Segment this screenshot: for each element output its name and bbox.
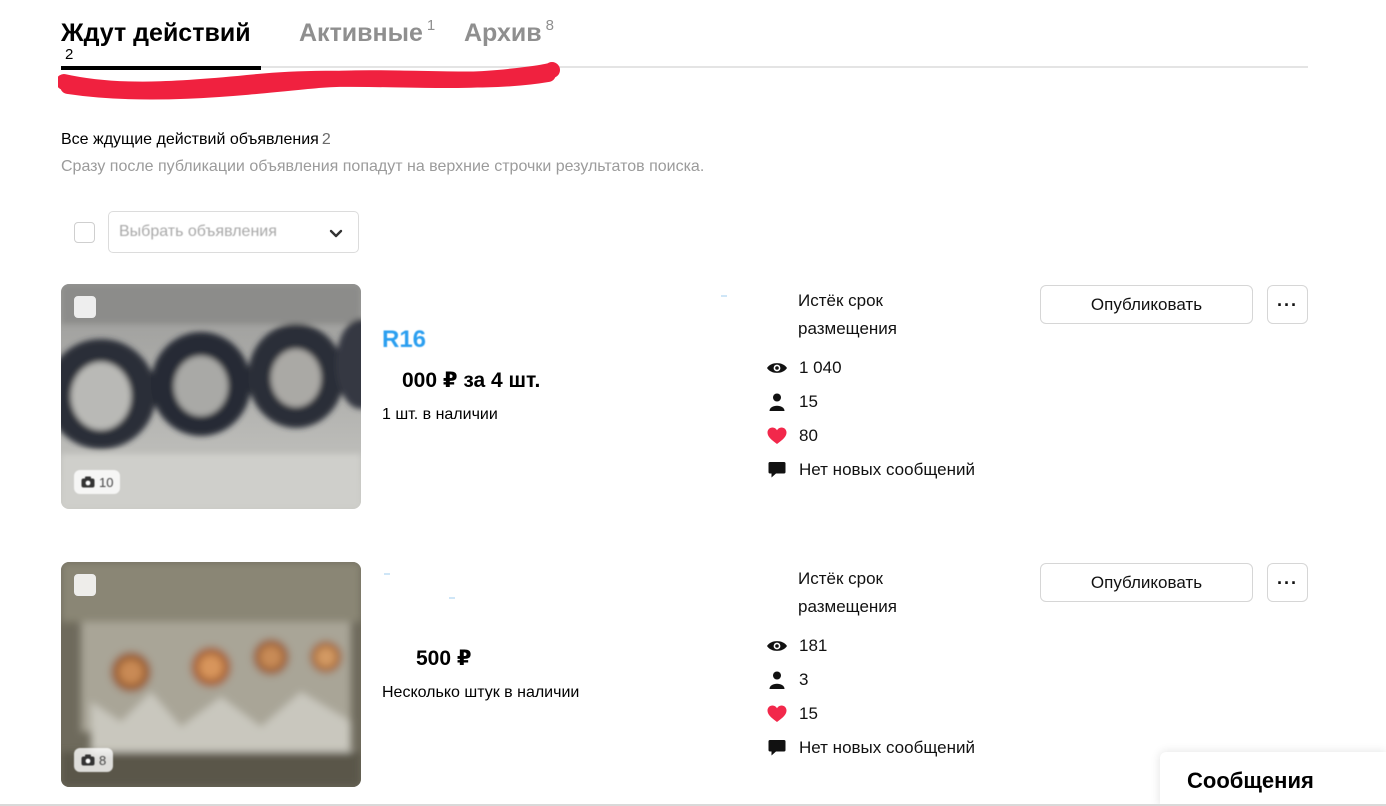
messages-stat: Нет новых сообщений: [766, 736, 975, 760]
blurred-text-fragment: [721, 295, 727, 297]
person-icon: [766, 391, 788, 413]
messages-status: Нет новых сообщений: [799, 460, 975, 479]
more-options-button[interactable]: ···: [1267, 285, 1308, 324]
photo-count: 8: [99, 752, 107, 768]
favorites-stat: 80: [766, 424, 818, 448]
camera-icon: [81, 476, 95, 488]
tab-archive[interactable]: Архив 8: [464, 14, 574, 68]
camera-icon: [81, 754, 95, 766]
bulk-select-placeholder: Выбрать объявления: [119, 223, 277, 240]
listing-card: 8 500 ₽ Несколько штук в наличии Истёк с…: [61, 562, 1308, 787]
messages-stat: Нет новых сообщений: [766, 458, 975, 482]
favorites-count: 80: [799, 426, 818, 445]
listing-stock: 1 шт. в наличии: [382, 406, 498, 423]
listing-title[interactable]: R16: [382, 326, 426, 354]
listing-price: 000 ₽ за 4 шт.: [402, 369, 541, 392]
tab-active[interactable]: Активные 1: [299, 14, 449, 68]
more-options-button[interactable]: ···: [1267, 563, 1308, 602]
contacts-count: 3: [799, 670, 809, 689]
blurred-text-fragment: [384, 573, 390, 575]
publish-button[interactable]: Опубликовать: [1040, 563, 1253, 602]
chevron-down-icon: [329, 229, 343, 238]
messages-panel-toggle[interactable]: Сообщения: [1160, 752, 1386, 806]
tab-label: Ждут действий: [61, 19, 251, 47]
red-redaction-scribble: [58, 62, 560, 100]
listing-checkbox[interactable]: [74, 296, 96, 318]
publish-button[interactable]: Опубликовать: [1040, 285, 1253, 324]
person-icon: [766, 669, 788, 691]
views-count: 181: [799, 636, 828, 655]
heart-icon: [766, 703, 788, 725]
photo-count-badge: 8: [74, 748, 114, 772]
views-count: 1 040: [799, 358, 842, 377]
bulk-select-dropdown[interactable]: Выбрать объявления: [108, 211, 359, 253]
section-title: Все ждущие действий объявления 2: [61, 131, 331, 149]
tab-label: Активные: [299, 19, 423, 47]
blurred-text-fragment: [449, 597, 455, 599]
photo-count: 10: [99, 474, 114, 490]
tab-label: Архив: [464, 19, 542, 47]
photo-count-badge: 10: [74, 470, 121, 494]
tab-count: 1: [426, 16, 436, 34]
messages-status: Нет новых сообщений: [799, 738, 975, 757]
listing-status: Истёк срок размещения: [798, 569, 897, 616]
favorites-stat: 15: [766, 702, 818, 726]
views-stat: 181: [766, 634, 827, 658]
messages-panel-label: Сообщения: [1187, 768, 1314, 793]
listing-price: 500 ₽: [416, 647, 472, 670]
views-stat: 1 040: [766, 356, 842, 380]
listing-status: Истёк срок размещения: [798, 291, 897, 338]
eye-icon: [766, 635, 788, 657]
section-description: Сразу после публикации объявления попаду…: [61, 158, 705, 175]
listing-photo[interactable]: 10: [61, 284, 361, 509]
contacts-stat: 15: [766, 390, 818, 414]
favorites-count: 15: [799, 704, 818, 723]
listing-stock: Несколько штук в наличии: [382, 684, 580, 701]
tab-count: 8: [545, 16, 554, 34]
tab-awaiting-action[interactable]: Ждут действий2: [61, 14, 261, 70]
listing-photo[interactable]: 8: [61, 562, 361, 787]
listing-checkbox[interactable]: [74, 574, 96, 596]
section-count: 2: [321, 131, 331, 148]
section-title-text: Все ждущие действий объявления: [61, 131, 319, 148]
heart-icon: [766, 425, 788, 447]
contacts-count: 15: [799, 392, 818, 411]
tab-bar: Ждут действий2 Активные 1 Архив 8: [61, 14, 1308, 70]
contacts-stat: 3: [766, 668, 808, 692]
listing-card: 10 R16 000 ₽ за 4 шт. 1 шт. в наличии Ис…: [61, 284, 1308, 509]
chat-bubble-icon: [766, 737, 788, 759]
chat-bubble-icon: [766, 459, 788, 481]
select-all-checkbox[interactable]: [74, 222, 95, 243]
tab-count: 2: [65, 46, 74, 63]
eye-icon: [766, 357, 788, 379]
